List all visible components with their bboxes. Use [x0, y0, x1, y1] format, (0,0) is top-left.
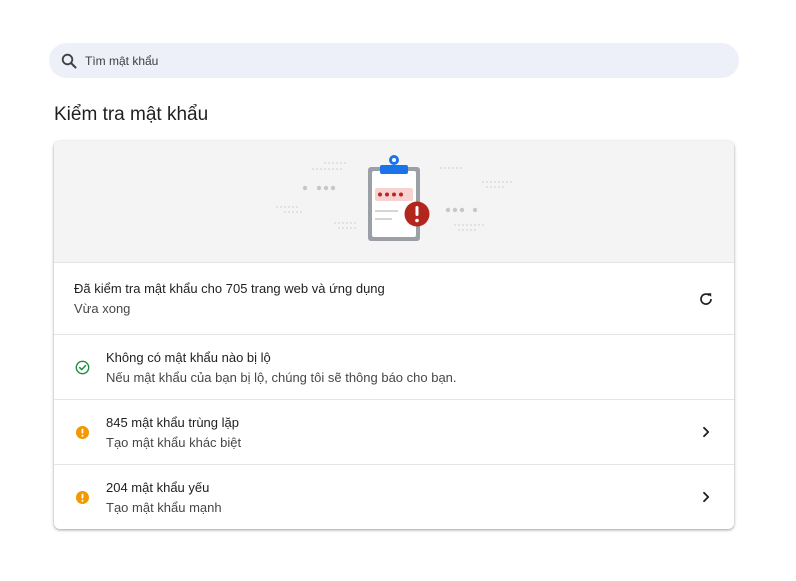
- compromised-subtitle: Nếu mật khẩu của bạn bị lộ, chúng tôi sẽ…: [106, 369, 457, 385]
- refresh-icon[interactable]: [696, 289, 716, 309]
- weak-passwords-row[interactable]: 204 mật khẩu yếu Tạo mật khẩu mạnh: [54, 464, 734, 529]
- check-summary-title: Đã kiểm tra mật khẩu cho 705 trang web v…: [74, 281, 385, 296]
- chevron-right-icon[interactable]: [696, 422, 716, 442]
- check-summary-row: Đã kiểm tra mật khẩu cho 705 trang web v…: [54, 262, 734, 334]
- warning-icon: [74, 489, 90, 505]
- reused-passwords-row[interactable]: 845 mật khẩu trùng lặp Tạo mật khẩu khác…: [54, 399, 734, 464]
- warning-icon: [74, 424, 90, 440]
- search-icon: [60, 52, 78, 70]
- weak-title: 204 mật khẩu yếu: [106, 479, 210, 495]
- password-check-illustration: [54, 141, 734, 262]
- page-title: Kiểm tra mật khẩu: [54, 104, 209, 125]
- reused-subtitle: Tạo mật khẩu khác biệt: [106, 434, 242, 450]
- compromised-passwords-row: Không có mật khẩu nào bị lộ Nếu mật khẩu…: [54, 334, 734, 399]
- compromised-title: Không có mật khẩu nào bị lộ: [106, 349, 271, 365]
- search-bar[interactable]: [49, 43, 739, 78]
- search-input[interactable]: [83, 52, 687, 69]
- reused-title: 845 mật khẩu trùng lặp: [106, 414, 239, 430]
- check-summary-time: Vừa xong: [74, 301, 131, 316]
- chevron-right-icon[interactable]: [696, 487, 716, 507]
- check-circle-icon: [74, 359, 90, 375]
- password-check-card: Đã kiểm tra mật khẩu cho 705 trang web v…: [54, 141, 734, 529]
- weak-subtitle: Tạo mật khẩu mạnh: [106, 499, 222, 515]
